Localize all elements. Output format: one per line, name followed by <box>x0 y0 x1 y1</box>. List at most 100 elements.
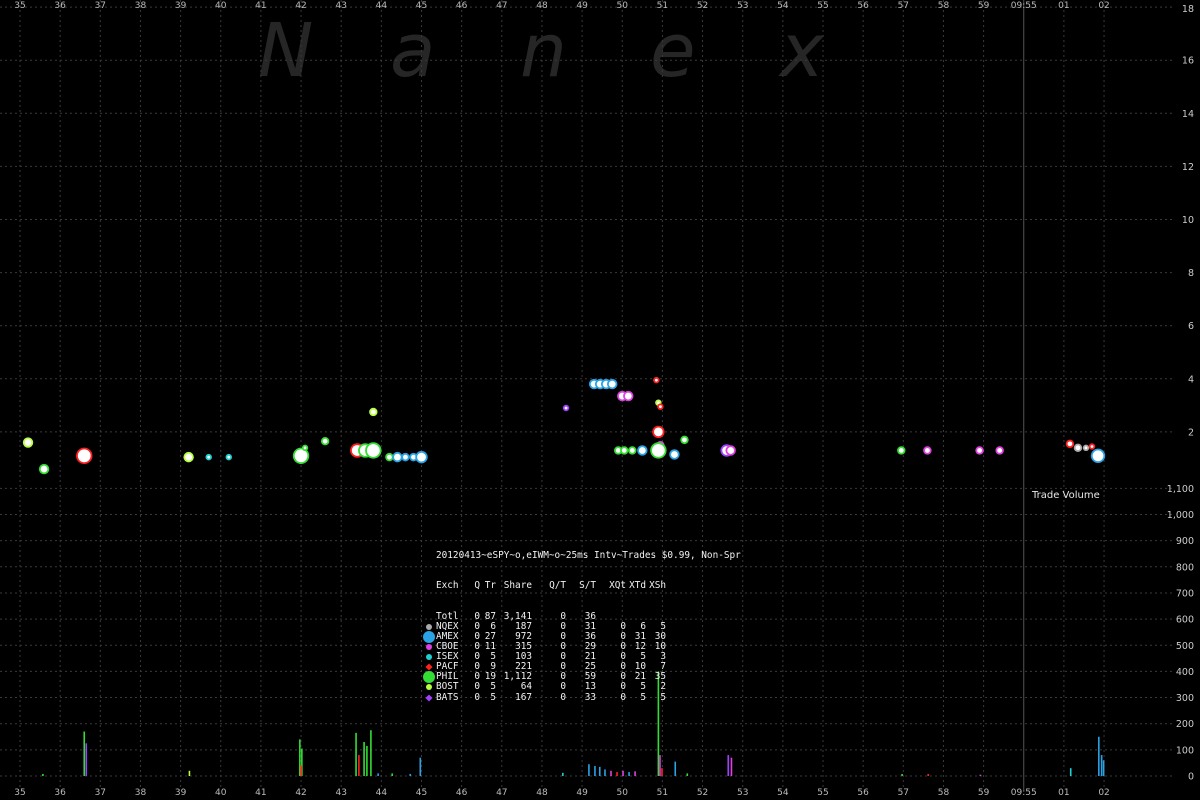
stats-title: 20120413~eSPY~o,eIWM~o~25ms Intv~Trades … <box>422 551 741 561</box>
stats-cell: 0 <box>560 691 566 703</box>
trade-point <box>923 446 932 455</box>
trade-point-core <box>977 448 982 453</box>
x-tick-label: 35 <box>14 788 25 798</box>
trade-point-core <box>1075 445 1081 451</box>
y-tick-label: 10 <box>1182 215 1194 226</box>
x-tick-label: 37 <box>95 788 106 798</box>
volume-bar <box>391 773 393 776</box>
volume-bar <box>366 745 368 776</box>
x-tick-label: 41 <box>255 1 266 11</box>
trade-point-core <box>77 449 91 463</box>
x-tick-label: 53 <box>737 788 748 798</box>
trade-point <box>562 404 570 412</box>
trade-point <box>1065 439 1075 449</box>
trade-point-core <box>294 449 308 463</box>
trade-point-core <box>624 392 632 400</box>
trade-point <box>392 451 403 463</box>
stats-cell: 0 <box>560 681 566 693</box>
price-y-axis: 16 14 12 10 8 6 4 2 18 <box>1182 4 1194 438</box>
x-tick-label: 57 <box>898 1 909 11</box>
x-tick-label: 02 <box>1098 1 1109 11</box>
y-tick-label: 8 <box>1188 268 1194 279</box>
volume-bar <box>300 765 302 776</box>
trade-point-core <box>322 438 328 444</box>
trade-point-core <box>185 453 193 461</box>
volume-bar <box>927 773 929 776</box>
x-tick-label: 46 <box>456 788 468 798</box>
trade-point <box>415 450 428 464</box>
stats-cell: 0 <box>620 691 626 703</box>
trade-point <box>975 446 984 455</box>
volume-bar <box>622 770 624 776</box>
volume-bar <box>901 773 903 776</box>
stats-cell: 5 <box>660 691 666 703</box>
trade-point <box>657 403 664 410</box>
stats-cell: 0 <box>620 681 626 693</box>
volume-y-axis: 1,100 1,000 900 800 700 600 500 400 300 200 100 0 <box>1167 484 1194 783</box>
y-tick-label: 14 <box>1182 109 1194 120</box>
exchange-marker <box>422 693 436 703</box>
watermark-letter: e <box>650 8 696 94</box>
trade-point-core <box>564 406 568 410</box>
volume-bar <box>674 761 677 776</box>
x-tick-label: 43 <box>335 1 346 11</box>
stats-cell: 5 <box>640 681 646 693</box>
x-tick-label: 39 <box>175 788 187 798</box>
trade-point-core <box>898 448 904 453</box>
x-tick-label: 56 <box>857 1 869 11</box>
x-tick-label: 58 <box>938 788 950 798</box>
watermark-letter: n <box>520 8 567 94</box>
trade-point <box>205 453 212 461</box>
trade-point-core <box>227 455 231 459</box>
stats-cell: BOST <box>436 681 459 693</box>
exchange-marker <box>422 630 436 643</box>
y-tick-label: 800 <box>1176 562 1194 573</box>
trade-point-core <box>207 455 211 459</box>
stats-cell: 33 <box>584 691 596 703</box>
trade-point-core <box>727 447 735 454</box>
x-tick-label: 52 <box>697 788 708 798</box>
y-tick-label: 0 <box>1188 772 1194 783</box>
y-tick-label: 400 <box>1176 667 1194 678</box>
volume-bar <box>377 773 379 776</box>
trade-point <box>401 452 410 462</box>
stats-header-cell: Share <box>503 580 532 592</box>
y-tick-label: 600 <box>1176 615 1194 626</box>
watermark-letter: N <box>258 8 313 94</box>
volume-bar <box>1098 736 1100 776</box>
x-tick-label: 09:55 <box>1011 1 1037 11</box>
volume-bar <box>610 770 612 776</box>
volume-bar <box>42 773 44 776</box>
stats-cell: 64 <box>520 681 532 693</box>
x-tick-label: 48 <box>536 788 548 798</box>
volume-bar <box>979 774 982 776</box>
volume-bar <box>83 731 86 776</box>
x-tick-label: 54 <box>777 788 789 798</box>
trade-point-core <box>924 448 930 453</box>
trade-point-core <box>403 454 408 460</box>
trade-point-core <box>1084 446 1088 450</box>
trade-point <box>652 425 665 439</box>
watermark-letter: a <box>390 8 435 94</box>
x-tick-label: 51 <box>657 788 668 798</box>
stats-cell: 2 <box>660 681 666 693</box>
stats-cell: 13 <box>584 681 596 693</box>
exchange-marker <box>422 682 436 692</box>
x-tick-label: 54 <box>777 1 789 11</box>
stats-row: Totl 0 87 3,141 0 36 <box>422 611 741 622</box>
volume-bar <box>1069 768 1072 776</box>
stats-header-cell: Q <box>474 580 480 592</box>
trade-point-core <box>997 448 1003 453</box>
stats-title-text: 20120413~eSPY~o,eIWM~o~25ms Intv~Trades … <box>436 550 741 562</box>
trade-point-core <box>682 437 687 443</box>
x-tick-label: 46 <box>456 1 468 11</box>
stats-cell: 0 <box>474 681 480 693</box>
x-tick-label: 59 <box>978 1 990 11</box>
trade-point <box>1073 443 1083 453</box>
volume-bar <box>409 773 412 776</box>
trade-point-core <box>386 454 392 460</box>
trade-point-core <box>651 444 665 457</box>
volume-bar <box>358 755 360 776</box>
trade-point-core <box>1067 441 1073 447</box>
x-tick-label: 52 <box>697 1 708 11</box>
